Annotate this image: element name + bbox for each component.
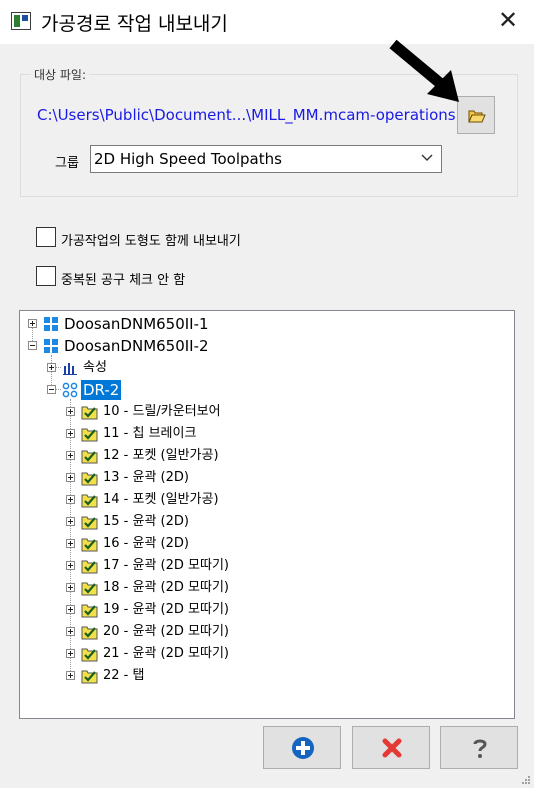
expand-plus-icon[interactable] <box>66 671 75 680</box>
target-file-group-label: 대상 파일: <box>31 66 90 83</box>
target-file-path[interactable]: C:\Users\Public\Document...\MILL_MM.mcam… <box>37 106 456 124</box>
tree-node-label: 10 - 드릴/카운터보어 <box>103 404 221 419</box>
tree-node-label: 22 - 탭 <box>103 668 145 683</box>
tree-node-operation[interactable]: 12 - 포켓 (일반가공) <box>20 446 500 466</box>
tree-node-operation[interactable]: 14 - 포켓 (일반가공) <box>20 490 500 510</box>
tree-node-label: 21 - 윤곽 (2D 모따기) <box>103 646 229 661</box>
expand-plus-icon[interactable] <box>66 429 75 438</box>
plus-circle-icon <box>292 737 314 759</box>
toolpath-group-icon <box>62 382 78 398</box>
operation-folder-check-icon <box>81 494 98 508</box>
tree-node-label: 12 - 포켓 (일반가공) <box>103 448 219 463</box>
tree-node-operation[interactable]: 13 - 윤곽 (2D) <box>20 468 500 488</box>
collapse-minus-icon[interactable] <box>47 385 56 394</box>
expand-plus-icon[interactable] <box>66 495 75 504</box>
tree-node-operation[interactable]: 15 - 윤곽 (2D) <box>20 512 500 532</box>
expand-plus-icon[interactable] <box>66 605 75 614</box>
group-select-value: 2D High Speed Toolpaths <box>94 150 282 168</box>
expand-plus-icon[interactable] <box>66 539 75 548</box>
resize-grip-icon[interactable] <box>521 775 531 785</box>
group-select[interactable]: 2D High Speed Toolpaths <box>90 145 442 173</box>
expand-plus-icon[interactable] <box>47 363 56 372</box>
operations-tree[interactable]: DoosanDNM650II-1 DoosanDNM650II-2 속성 DR-… <box>19 310 515 719</box>
tree-node-label: 19 - 윤곽 (2D 모따기) <box>103 602 229 617</box>
tree-node-label: DR-2 <box>81 380 122 400</box>
expand-plus-icon[interactable] <box>66 451 75 460</box>
tree-node-operation[interactable]: 17 - 윤곽 (2D 모따기) <box>20 556 500 576</box>
operation-folder-check-icon <box>81 450 98 464</box>
expand-plus-icon[interactable] <box>28 319 37 328</box>
tree-node-operation[interactable]: 10 - 드릴/카운터보어 <box>20 402 500 422</box>
tree-node-group-dr2[interactable]: DR-2 <box>20 380 500 400</box>
cancel-button[interactable] <box>352 726 430 769</box>
ok-button[interactable] <box>263 726 341 769</box>
tree-node-properties[interactable]: 속성 <box>20 358 500 378</box>
tree-node-operation[interactable]: 22 - 탭 <box>20 666 500 686</box>
skip-duplicate-tools-label: 중복된 공구 체크 안 함 <box>61 273 186 288</box>
tree-node-label: 14 - 포켓 (일반가공) <box>103 492 219 507</box>
expand-plus-icon[interactable] <box>66 649 75 658</box>
group-label: 그룹 <box>55 156 79 171</box>
expand-plus-icon[interactable] <box>66 517 75 526</box>
operation-folder-check-icon <box>81 406 98 420</box>
tree-node-label: 속성 <box>83 360 107 375</box>
pointer-arrow-icon <box>389 39 459 102</box>
expand-plus-icon[interactable] <box>66 627 75 636</box>
tree-node-operation[interactable]: 18 - 윤곽 (2D 모따기) <box>20 578 500 598</box>
collapse-minus-icon[interactable] <box>28 341 37 350</box>
tree-node-label: 13 - 윤곽 (2D) <box>103 470 189 485</box>
tree-node-label: 15 - 윤곽 (2D) <box>103 514 189 529</box>
properties-bars-icon <box>63 363 77 375</box>
tree-node-machine-2[interactable]: DoosanDNM650II-2 <box>20 336 500 356</box>
operation-folder-check-icon <box>81 670 98 684</box>
operation-folder-check-icon <box>81 582 98 596</box>
help-button[interactable] <box>440 726 518 769</box>
operation-folder-check-icon <box>81 604 98 618</box>
tree-node-label: 11 - 칩 브레이크 <box>103 426 197 441</box>
app-icon <box>11 12 31 30</box>
tree-node-operation[interactable]: 11 - 칩 브레이크 <box>20 424 500 444</box>
tree-node-label: 20 - 윤곽 (2D 모따기) <box>103 624 229 639</box>
export-geometry-label: 가공작업의 도형도 함께 내보내기 <box>61 234 241 249</box>
expand-plus-icon[interactable] <box>66 407 75 416</box>
operation-folder-check-icon <box>81 648 98 662</box>
machine-grid-icon <box>44 317 58 331</box>
close-icon[interactable]: ✕ <box>496 8 520 32</box>
expand-plus-icon[interactable] <box>66 561 75 570</box>
tree-node-machine-1[interactable]: DoosanDNM650II-1 <box>20 314 500 334</box>
skip-duplicate-tools-checkbox[interactable] <box>36 266 56 286</box>
expand-plus-icon[interactable] <box>66 583 75 592</box>
tree-node-operation[interactable]: 21 - 윤곽 (2D 모따기) <box>20 644 500 664</box>
tree-node-label: 17 - 윤곽 (2D 모따기) <box>103 558 229 573</box>
operation-folder-check-icon <box>81 516 98 530</box>
tree-node-label: DoosanDNM650II-2 <box>64 337 209 355</box>
operation-folder-check-icon <box>81 428 98 442</box>
machine-grid-icon <box>44 339 58 353</box>
tree-node-label: 18 - 윤곽 (2D 모따기) <box>103 580 229 595</box>
tree-node-label: 16 - 윤곽 (2D) <box>103 536 189 551</box>
question-mark-icon <box>473 739 487 758</box>
expand-plus-icon[interactable] <box>66 473 75 482</box>
tree-node-operation[interactable]: 20 - 윤곽 (2D 모따기) <box>20 622 500 642</box>
chevron-down-icon <box>421 154 433 161</box>
tree-node-operation[interactable]: 19 - 윤곽 (2D 모따기) <box>20 600 500 620</box>
export-geometry-checkbox[interactable] <box>36 227 56 247</box>
operation-folder-check-icon <box>81 538 98 552</box>
window-title: 가공경로 작업 내보내기 <box>41 13 228 35</box>
red-x-icon <box>382 738 402 758</box>
tree-node-operation[interactable]: 16 - 윤곽 (2D) <box>20 534 500 554</box>
operation-folder-check-icon <box>81 560 98 574</box>
open-folder-icon <box>468 110 486 123</box>
operation-folder-check-icon <box>81 626 98 640</box>
tree-node-label: DoosanDNM650II-1 <box>64 315 209 333</box>
operation-folder-check-icon <box>81 472 98 486</box>
